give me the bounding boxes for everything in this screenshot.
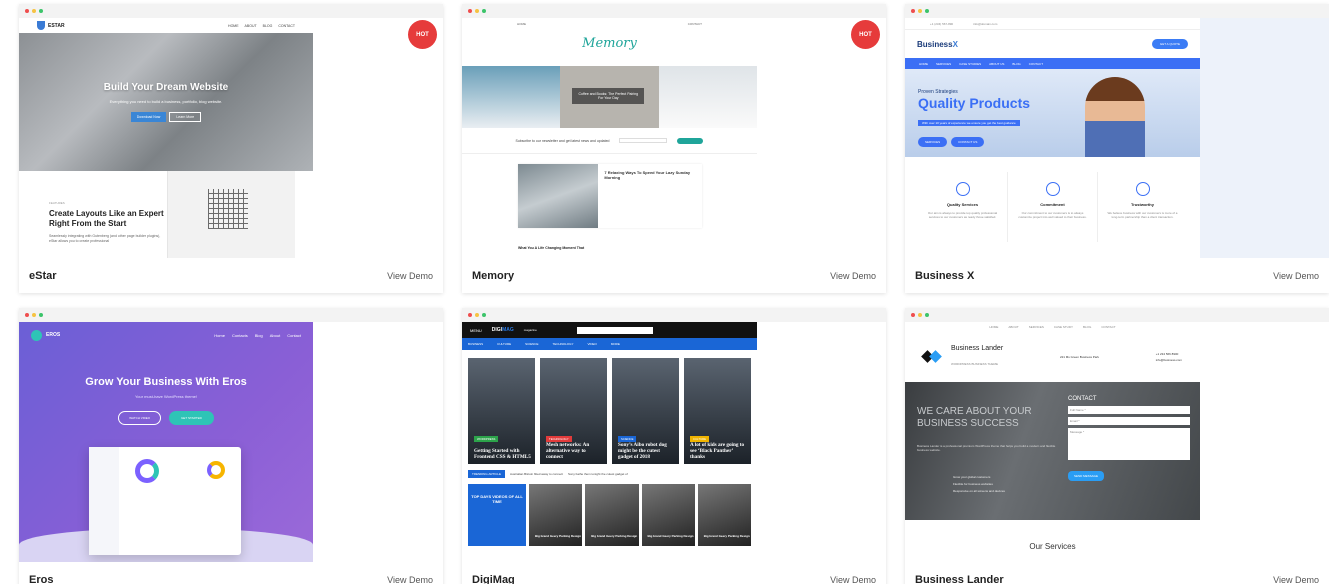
download-button: Download Now <box>130 112 167 122</box>
browser-bar <box>19 308 443 322</box>
preview-business-x[interactable]: +1 (234) 567-890 info@domain.com Business… <box>905 18 1329 258</box>
post-tile: CULTURE A lot of kids are going to see ‘B… <box>684 358 751 464</box>
preview-business-lander[interactable]: HOME ABOUT SERVICES CASE STUDY BLOG CONTACT B… <box>905 322 1329 562</box>
browser-bar <box>905 308 1329 322</box>
view-demo-link[interactable]: View Demo <box>387 575 433 584</box>
view-demo-link[interactable]: View Demo <box>1273 575 1319 584</box>
view-demo-link[interactable]: View Demo <box>830 575 876 584</box>
preview-estar[interactable]: HOT ESTAR HOME ABOUT BLOG CONTACT Build You… <box>19 18 443 258</box>
trending-ticker: TRENDING ARTICLE Australian Bitcoin fitte… <box>468 468 751 480</box>
demo-name: eStar <box>29 269 57 282</box>
demo-name: Eros <box>29 573 54 584</box>
hero-photo <box>1085 77 1145 157</box>
hero-subtitle: Everything you need to build a business,… <box>109 99 223 104</box>
browser-bar <box>462 308 886 322</box>
dashboard-mockup <box>89 447 241 555</box>
hot-badge: HOT <box>408 20 437 49</box>
view-demo-link[interactable]: View Demo <box>387 271 433 281</box>
demo-card-business-lander[interactable]: HOME ABOUT SERVICES CASE STUDY BLOG CONTACT B… <box>905 308 1329 584</box>
browser-bar <box>462 4 886 18</box>
estar-hero: Build Your Dream Website Everything you … <box>19 33 313 171</box>
demo-card-estar[interactable]: HOT ESTAR HOME ABOUT BLOG CONTACT Build You… <box>19 4 443 293</box>
post-tile: WORDPRESS Getting Started with Frontend C… <box>468 358 535 464</box>
preview-eros[interactable]: EROS Home Contacts Blog About Contact Grow Y… <box>19 322 443 562</box>
demo-name: DigiMag <box>472 573 515 584</box>
post-tile: SCIENCE Sony’s Aibo robot dog might be th… <box>612 358 679 464</box>
quote-button: GET A QUOTE <box>1151 39 1188 49</box>
memory-logo: Memory <box>582 36 637 51</box>
lander-logo: Business Lander WORDPRESS BUSINESS THEME <box>921 345 1003 370</box>
learn-more-button: Learn More <box>169 112 202 122</box>
estar-logo: ESTAR <box>37 21 65 30</box>
digimag-logo: DIGIMAG <box>491 327 514 333</box>
businessx-hero: Proven Strategies Quality Products With … <box>905 69 1200 157</box>
view-demo-link[interactable]: View Demo <box>830 271 876 281</box>
preview-digimag[interactable]: MENU DIGIMAG magazine BUSINESS CULTURE SCI… <box>462 322 886 562</box>
contact-form: CONTACT Full Name * Email * Message * SE… <box>1068 396 1190 482</box>
demo-card-business-x[interactable]: +1 (234) 567-890 info@domain.com Business… <box>905 4 1329 293</box>
hero-title: Build Your Dream Website <box>103 82 229 93</box>
demo-name: Business X <box>915 269 975 282</box>
browser-bar <box>19 4 443 18</box>
hero-title: Grow Your Business With Eros <box>85 376 247 388</box>
demo-card-digimag[interactable]: MENU DIGIMAG magazine BUSINESS CULTURE SCI… <box>462 308 886 584</box>
post-tile: TECHNOLOGY Mesh networks: An alternative … <box>540 358 607 464</box>
demo-name: Memory <box>472 269 515 282</box>
demo-card-eros[interactable]: EROS Home Contacts Blog About Contact Grow Y… <box>19 308 443 584</box>
search-input <box>576 326 653 334</box>
feature-boxes: Quality Services Our aim is always to pro… <box>918 172 1187 242</box>
demo-grid: HOT ESTAR HOME ABOUT BLOG CONTACT Build You… <box>0 0 1329 584</box>
eros-logo: EROS <box>31 329 60 341</box>
demo-card-memory[interactable]: HOT HOME CONTACT Memory Coffee and Books:… <box>462 4 886 293</box>
view-demo-link[interactable]: View Demo <box>1273 271 1319 281</box>
lander-hero: WE CARE ABOUT YOUR BUSINESS SUCCESS Busi… <box>905 382 1200 520</box>
businessx-logo: BusinessX <box>917 39 958 49</box>
browser-bar <box>905 4 1329 18</box>
feature-image <box>167 171 295 258</box>
hot-badge: HOT <box>851 20 880 49</box>
preview-memory[interactable]: HOT HOME CONTACT Memory Coffee and Books:… <box>462 18 886 258</box>
demo-name: Business Lander <box>915 573 1004 584</box>
feature-title: Create Layouts Like an Expert Right From… <box>49 209 164 228</box>
article-card: 7 Relaxing Ways To Speed Your Lazy Sunda… <box>518 164 702 228</box>
